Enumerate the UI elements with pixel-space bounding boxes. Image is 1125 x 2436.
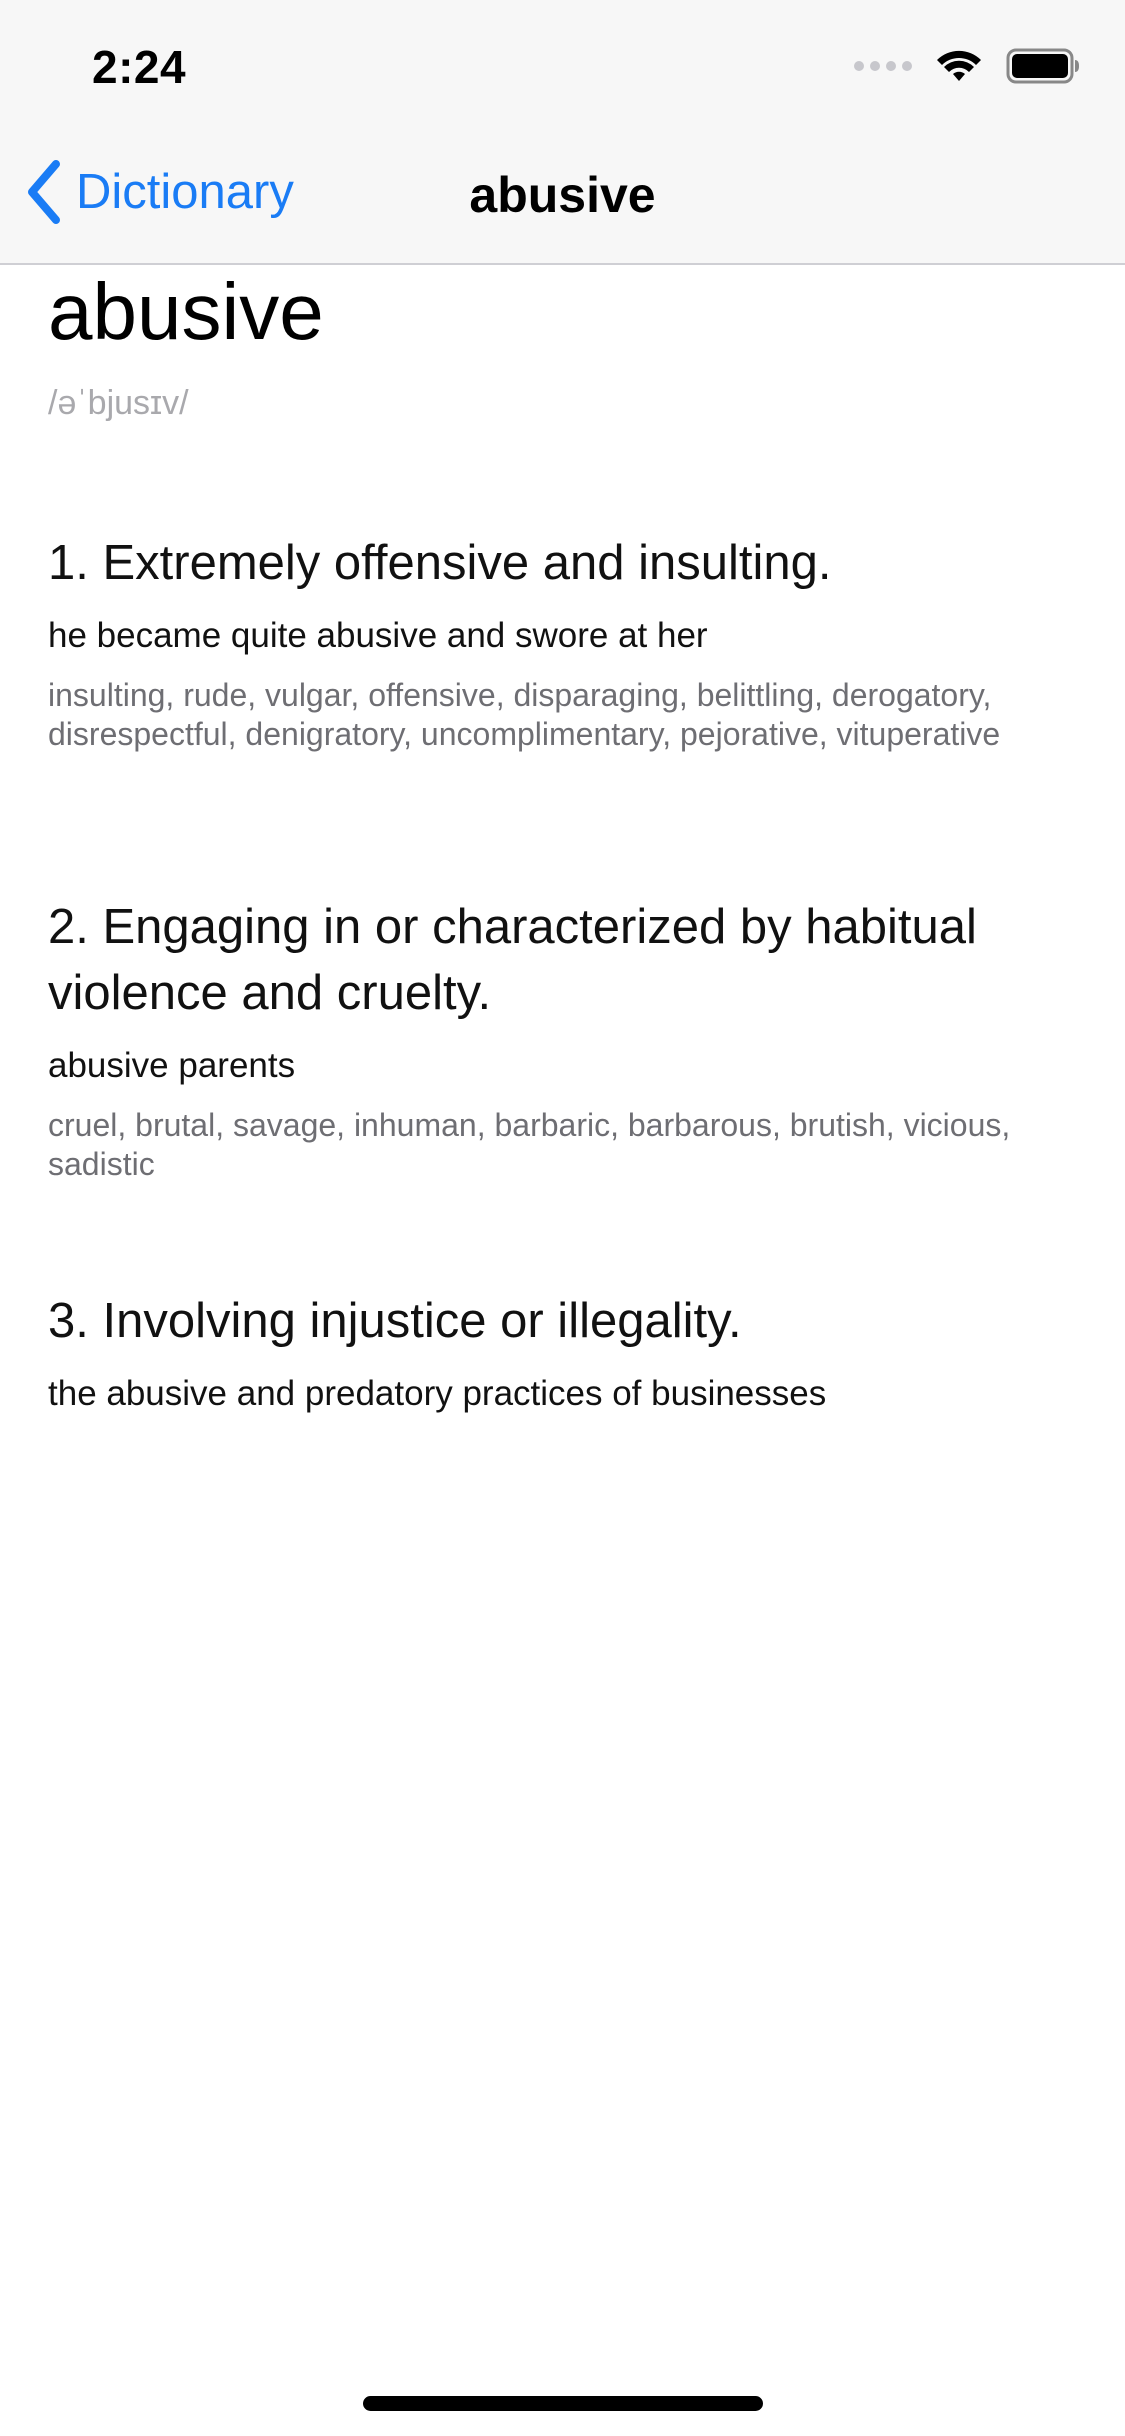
- navigation-header: 2:24 Dictionary abusive: [0, 0, 1125, 265]
- pronunciation: /əˈbjusɪv/: [48, 384, 189, 422]
- status-time: 2:24: [92, 41, 187, 93]
- sense-definition: 1. Extremely offensive and insulting.: [48, 536, 832, 590]
- sense-definition: 3. Involving injustice or illegality.: [48, 1294, 742, 1348]
- sense-item: 3. Involving injustice or illegality. th…: [48, 1288, 1078, 1416]
- wifi-icon: [937, 50, 981, 81]
- cellular-signal-icon: [854, 61, 912, 71]
- home-indicator[interactable]: [363, 2396, 763, 2411]
- sense-example: the abusive and predatory practices of b…: [48, 1374, 827, 1413]
- sense-synonyms: insulting, rude, vulgar, offensive, disp…: [48, 677, 1001, 752]
- headword: abusive: [48, 267, 324, 356]
- status-indicators: [854, 48, 1080, 84]
- sense-item: 2. Engaging in or characterized by habit…: [48, 894, 1078, 1184]
- sense-synonyms: cruel, brutal, savage, inhuman, barbaric…: [48, 1107, 1011, 1182]
- sense-example: he became quite abusive and swore at her: [48, 616, 708, 655]
- sense-example: abusive parents: [48, 1046, 296, 1085]
- dictionary-entry: abusive /əˈbjusɪv/ 1. Extremely offensiv…: [48, 267, 1078, 1414]
- sense-item: 1. Extremely offensive and insulting. he…: [48, 530, 1078, 754]
- page-title: abusive: [469, 167, 656, 223]
- battery-icon: [1006, 48, 1079, 84]
- sense-definition: 2. Engaging in or characterized by habit…: [48, 900, 977, 1020]
